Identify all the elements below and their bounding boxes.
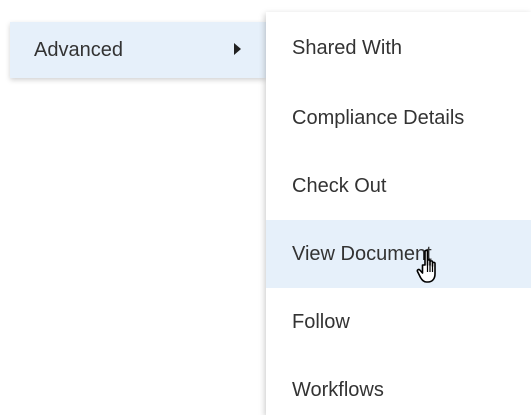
menu-item-follow[interactable]: Follow	[266, 288, 531, 356]
menu-item-label: View Document	[292, 242, 432, 265]
menu-item-label: Compliance Details	[292, 106, 465, 129]
hand-pointer-icon	[416, 249, 436, 283]
menu-item-label: Workflows	[292, 378, 384, 401]
advanced-submenu: Shared With Compliance Details Check Out…	[266, 12, 531, 415]
context-menu-stage: Advanced Shared With Compliance Details …	[0, 0, 531, 415]
menu-item-shared-with[interactable]: Shared With	[266, 12, 531, 84]
submenu-arrow-icon	[234, 43, 241, 55]
menu-item-compliance-details[interactable]: Compliance Details	[266, 84, 531, 152]
menu-item-advanced-label: Advanced	[34, 38, 123, 61]
menu-item-label: Follow	[292, 310, 350, 333]
menu-item-label: Check Out	[292, 174, 387, 197]
menu-item-view-document[interactable]: View Document	[266, 220, 531, 288]
menu-item-workflows[interactable]: Workflows	[266, 356, 531, 415]
menu-item-label: Shared With	[292, 36, 403, 59]
menu-item-advanced[interactable]: Advanced	[10, 22, 266, 78]
parent-menu: Advanced	[0, 0, 266, 415]
menu-item-check-out[interactable]: Check Out	[266, 152, 531, 220]
